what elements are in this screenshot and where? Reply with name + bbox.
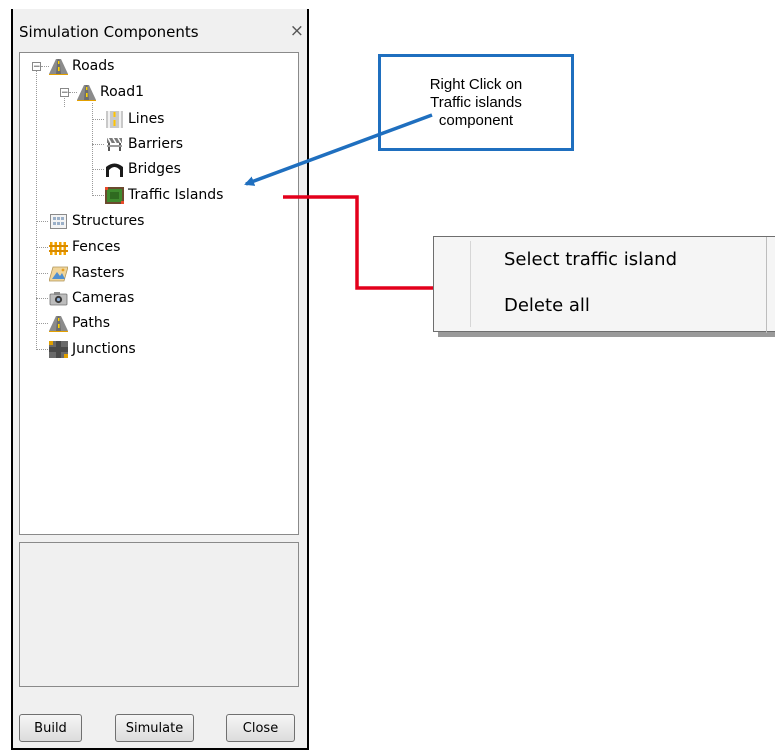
tree-item-roads[interactable]: Roads	[49, 55, 114, 77]
barrier-icon	[107, 137, 122, 151]
bridge-icon	[106, 163, 123, 177]
tree-label: Bridges	[128, 161, 181, 177]
tree-line	[36, 298, 48, 299]
tree-label: Rasters	[72, 265, 125, 281]
tree-line	[92, 119, 104, 120]
tree-line	[92, 144, 104, 145]
road-icon	[77, 84, 96, 101]
callout-line: Right Click on	[429, 75, 523, 93]
tree-label: Junctions	[72, 341, 136, 357]
close-icon[interactable]: ×	[290, 23, 304, 40]
lines-icon	[106, 110, 123, 128]
tree-line	[36, 349, 48, 350]
tree-item-barriers[interactable]: Barriers	[105, 133, 183, 155]
camera-icon	[49, 291, 68, 305]
components-tree[interactable]: − − Roads Road1 Lines Barriers Bridges T…	[19, 52, 299, 535]
tree-item-junctions[interactable]: Junctions	[49, 338, 136, 360]
tree-item-lines[interactable]: Lines	[105, 108, 164, 130]
tree-label: Traffic Islands	[128, 187, 224, 203]
callout-text: Right Click on Traffic islands component	[430, 76, 523, 130]
structures-icon	[50, 213, 67, 229]
panel-header: Simulation Components ×	[19, 23, 304, 47]
road-icon	[49, 58, 68, 75]
menu-item-delete-all[interactable]: Delete all	[504, 295, 590, 316]
menu-gutter	[470, 241, 471, 327]
tree-label: Barriers	[128, 136, 184, 152]
callout-line: component	[438, 111, 514, 129]
raster-icon	[49, 266, 68, 281]
properties-area	[19, 542, 299, 687]
road1-expander[interactable]: −	[60, 88, 69, 98]
path-icon	[49, 315, 68, 332]
tree-item-bridges[interactable]: Bridges	[105, 158, 181, 180]
tree-item-paths[interactable]: Paths	[49, 312, 110, 334]
build-button[interactable]: Build	[19, 714, 82, 742]
roads-expander[interactable]: −	[32, 62, 41, 72]
tree-line	[36, 221, 48, 222]
tree-item-rasters[interactable]: Rasters	[49, 262, 124, 284]
tree-label: Lines	[128, 111, 165, 127]
junction-icon	[49, 340, 68, 358]
tree-label: Roads	[72, 58, 115, 74]
tree-line	[92, 195, 104, 196]
simulate-button[interactable]: Simulate	[115, 714, 194, 742]
tree-label: Paths	[72, 315, 111, 331]
callout-line: Traffic islands	[430, 93, 522, 111]
tree-line	[36, 273, 48, 274]
traffic-island-icon	[105, 186, 124, 204]
tree-label: Cameras	[72, 290, 135, 306]
tree-item-fences[interactable]: Fences	[49, 236, 120, 258]
tree-line	[92, 103, 93, 196]
tree-line	[36, 247, 48, 248]
tree-line	[92, 169, 104, 170]
tree-label: Fences	[72, 239, 121, 255]
close-button[interactable]: Close	[226, 714, 295, 742]
callout-box: Right Click on Traffic islands component	[378, 54, 574, 151]
menu-item-select-traffic-island[interactable]: Select traffic island	[504, 249, 677, 270]
fence-icon	[49, 241, 68, 255]
context-menu: Select traffic island Delete all	[433, 236, 775, 333]
tree-item-structures[interactable]: Structures	[49, 210, 144, 232]
simulation-components-panel: Simulation Components × − − Roads Road1 …	[11, 9, 309, 750]
tree-label: Structures	[72, 213, 145, 229]
tree-line	[36, 323, 48, 324]
tree-item-road1[interactable]: Road1	[77, 81, 144, 103]
tree-label: Road1	[100, 84, 145, 100]
tree-item-cameras[interactable]: Cameras	[49, 287, 134, 309]
tree-line	[36, 67, 37, 350]
tree-line	[69, 92, 77, 93]
menu-edge	[766, 237, 767, 333]
tree-item-traffic-islands[interactable]: Traffic Islands	[105, 184, 223, 206]
tree-line	[41, 66, 49, 67]
panel-title: Simulation Components	[19, 23, 199, 41]
